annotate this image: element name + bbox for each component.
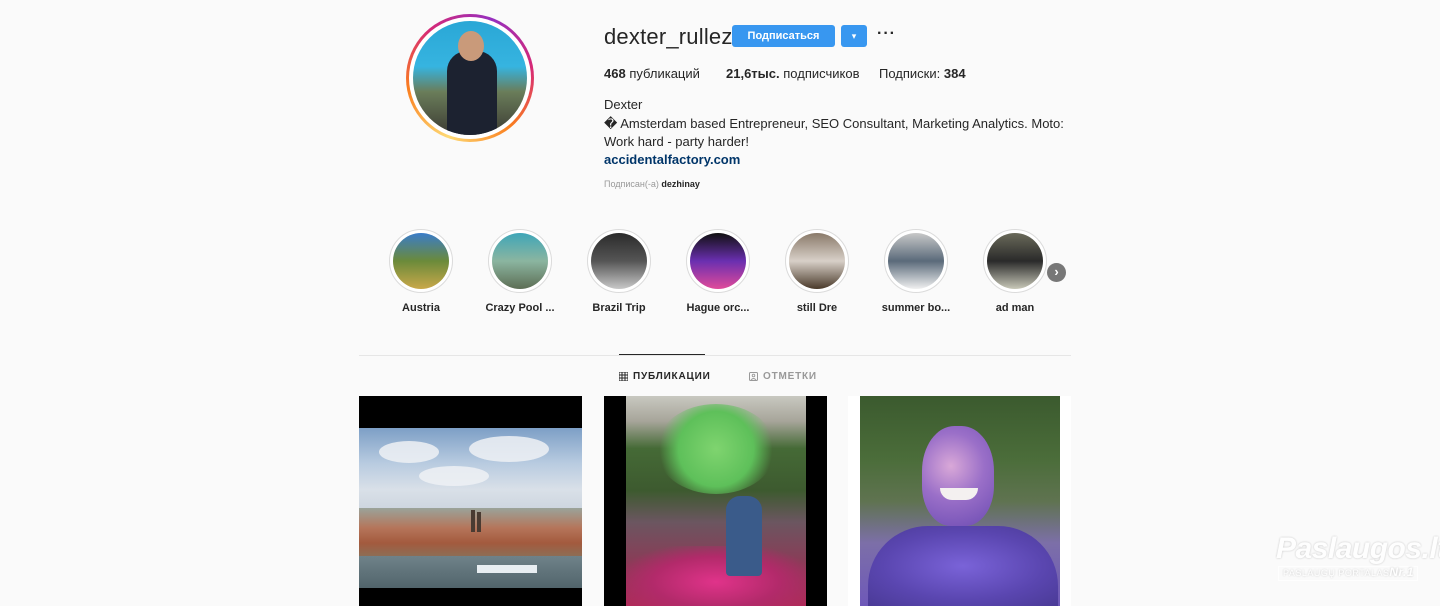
story-highlight-item[interactable]: Austria bbox=[381, 229, 461, 314]
post-image-smile bbox=[940, 488, 978, 500]
follow-button[interactable]: Подписаться bbox=[732, 25, 835, 47]
tab-tagged-label: ОТМЕТКИ bbox=[763, 371, 817, 382]
post-image-person bbox=[726, 496, 762, 576]
post-image-festival bbox=[626, 396, 806, 606]
highlight-cover-image bbox=[492, 233, 548, 289]
avatar-border bbox=[409, 17, 531, 139]
post-thumbnail[interactable] bbox=[848, 396, 1071, 606]
posts-count: 468 публикаций bbox=[604, 66, 700, 81]
post-image-portrait bbox=[860, 396, 1060, 606]
active-tab-indicator bbox=[619, 354, 705, 355]
highlight-label: Austria bbox=[402, 302, 440, 314]
following-count-link[interactable]: Подписки: 384 bbox=[879, 66, 966, 81]
following-count-value: 384 bbox=[943, 66, 966, 81]
highlight-label: Brazil Trip bbox=[592, 302, 646, 314]
post-image-green-smoke bbox=[656, 404, 776, 494]
post-image-spire bbox=[471, 510, 475, 532]
post-image-cloud bbox=[469, 436, 549, 462]
posts-count-value: 468 bbox=[604, 66, 626, 81]
highlight-cover-image bbox=[789, 233, 845, 289]
tab-posts[interactable]: ПУБЛИКАЦИИ bbox=[619, 371, 711, 382]
highlight-label: Hague orc... bbox=[686, 302, 750, 314]
post-thumbnail[interactable] bbox=[359, 396, 582, 606]
highlight-cover-ring bbox=[983, 229, 1047, 293]
chevron-right-icon[interactable]: › bbox=[1047, 263, 1066, 282]
profile-website-link[interactable]: accidentalfactory.com bbox=[604, 152, 740, 167]
profile-bio: � Amsterdam based Entrepreneur, SEO Cons… bbox=[604, 116, 1064, 149]
profile-avatar[interactable] bbox=[406, 14, 534, 142]
highlight-cover-image bbox=[888, 233, 944, 289]
post-image-boat bbox=[477, 565, 537, 573]
watermark-tagline-box: PASLAUGŲ PORTALAS Nr.1 bbox=[1278, 566, 1418, 581]
story-highlight-item[interactable]: still Dre bbox=[777, 229, 857, 314]
highlight-cover-image bbox=[987, 233, 1043, 289]
post-image-shirt bbox=[868, 526, 1058, 606]
followers-count-link[interactable]: 21,6тыс. подписчиков bbox=[726, 66, 859, 81]
profile-full-name: Dexter bbox=[604, 97, 643, 112]
post-thumbnail[interactable] bbox=[604, 396, 827, 606]
tabs-divider bbox=[359, 355, 1071, 356]
highlight-cover-ring bbox=[785, 229, 849, 293]
avatar-person-head bbox=[458, 31, 484, 61]
highlight-cover-ring bbox=[389, 229, 453, 293]
highlight-label: summer bo... bbox=[881, 302, 951, 314]
story-highlight-item[interactable]: Hague orc... bbox=[678, 229, 758, 314]
post-image-river bbox=[359, 556, 582, 588]
story-highlight-item[interactable]: ad man bbox=[975, 229, 1055, 314]
story-highlight-item[interactable]: Crazy Pool ... bbox=[480, 229, 560, 314]
more-options-icon[interactable]: ··· bbox=[877, 25, 896, 43]
followers-count-label: подписчиков bbox=[783, 66, 860, 81]
posts-count-label: публикаций bbox=[629, 66, 700, 81]
avatar-image bbox=[413, 21, 527, 135]
tab-tagged[interactable]: ОТМЕТКИ bbox=[749, 371, 817, 382]
highlight-label: Crazy Pool ... bbox=[485, 302, 555, 314]
highlight-label: ad man bbox=[995, 302, 1035, 314]
follow-options-button[interactable]: ▾ bbox=[841, 25, 867, 47]
story-highlight-item[interactable]: summer bo... bbox=[876, 229, 956, 314]
followed-by-text: Подписан(-а) dezhinay bbox=[604, 179, 700, 189]
chevron-down-icon: ▾ bbox=[851, 31, 857, 41]
post-image-spire bbox=[477, 512, 481, 532]
highlight-label: still Dre bbox=[796, 302, 838, 314]
post-image-pink-powder bbox=[626, 546, 806, 606]
watermark: Paslaugos.lt PASLAUGŲ PORTALAS Nr.1 bbox=[1276, 532, 1440, 581]
watermark-tagline: PASLAUGŲ PORTALAS bbox=[1283, 568, 1390, 578]
avatar-person-body bbox=[447, 51, 497, 135]
highlight-cover-image bbox=[690, 233, 746, 289]
story-highlight-item[interactable]: Brazil Trip bbox=[579, 229, 659, 314]
profile-username: dexter_rullez bbox=[604, 24, 733, 49]
highlight-cover-image bbox=[591, 233, 647, 289]
following-count-label: Подписки: bbox=[879, 66, 941, 81]
highlight-cover-image bbox=[393, 233, 449, 289]
post-image-cloud bbox=[419, 466, 489, 486]
tag-icon bbox=[749, 372, 758, 381]
followed-by-user-link[interactable]: dezhinay bbox=[661, 179, 700, 189]
post-image-face bbox=[922, 426, 994, 526]
watermark-rank: Nr.1 bbox=[1389, 565, 1414, 579]
highlight-cover-ring bbox=[488, 229, 552, 293]
followed-by-label: Подписан(-а) bbox=[604, 179, 659, 189]
watermark-logo: Paslaugos.lt bbox=[1276, 532, 1440, 565]
highlight-cover-ring bbox=[884, 229, 948, 293]
post-image-cloud bbox=[379, 441, 439, 463]
grid-icon bbox=[619, 372, 628, 381]
tab-posts-label: ПУБЛИКАЦИИ bbox=[633, 371, 711, 382]
highlight-cover-ring bbox=[686, 229, 750, 293]
highlight-cover-ring bbox=[587, 229, 651, 293]
followers-count-value: 21,6тыс. bbox=[726, 66, 780, 81]
